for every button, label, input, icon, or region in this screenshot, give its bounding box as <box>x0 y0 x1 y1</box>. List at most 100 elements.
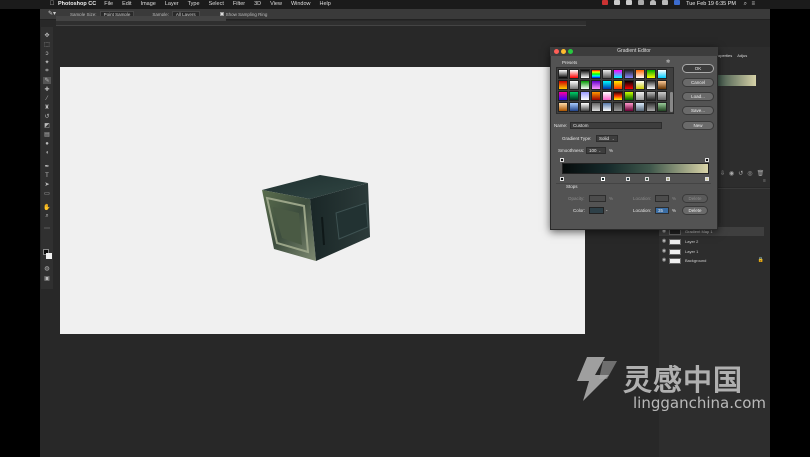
preset-swatch[interactable] <box>591 102 601 112</box>
eye-icon[interactable]: ◉ <box>659 247 669 256</box>
preset-swatch[interactable] <box>602 102 612 112</box>
color-stop[interactable] <box>666 177 670 181</box>
preset-swatch[interactable] <box>635 91 645 101</box>
preset-swatch[interactable] <box>635 102 645 112</box>
preset-swatch[interactable] <box>635 69 645 79</box>
zoom-button[interactable] <box>568 49 573 54</box>
opacity-stop-left[interactable] <box>560 158 564 162</box>
preset-swatch[interactable] <box>602 91 612 101</box>
stop-color-swatch[interactable] <box>589 207 604 214</box>
eyedropper-tool-preset-icon[interactable]: ✎▾ <box>48 9 56 20</box>
crop-tool-icon[interactable]: ⌗ <box>43 68 51 75</box>
gradient-map-preview[interactable] <box>718 75 756 86</box>
color-location-field[interactable]: 35 <box>655 207 669 214</box>
color-stop-selected[interactable] <box>601 177 605 181</box>
preset-swatch[interactable] <box>591 69 601 79</box>
battery-icon[interactable] <box>626 0 632 5</box>
menu-type[interactable]: Type <box>188 0 200 9</box>
preset-swatch[interactable] <box>646 69 656 79</box>
color-stop[interactable] <box>560 177 564 181</box>
preset-swatch[interactable] <box>591 91 601 101</box>
type-tool-icon[interactable]: T <box>43 172 51 179</box>
preset-swatch[interactable] <box>558 80 568 90</box>
path-selection-tool-icon[interactable]: ➤ <box>43 181 51 188</box>
dropbox-icon[interactable] <box>614 0 620 5</box>
menu-file[interactable]: File <box>104 0 113 9</box>
smoothness-field[interactable]: 100 ⌄ <box>586 147 606 154</box>
reset-icon[interactable]: ↺ <box>738 171 747 177</box>
zoom-tool-icon[interactable]: ⌕ <box>43 213 51 220</box>
document-canvas[interactable] <box>60 67 585 334</box>
blur-tool-icon[interactable]: ● <box>43 140 51 147</box>
creative-cloud-icon[interactable] <box>602 0 608 5</box>
quick-mask-icon[interactable]: ◍ <box>43 265 51 272</box>
preset-swatch[interactable] <box>657 80 667 90</box>
preset-swatch[interactable] <box>591 80 601 90</box>
presets-scrollbar[interactable] <box>670 92 673 112</box>
ok-button[interactable]: OK <box>682 64 714 73</box>
gradient-type-select[interactable]: Solid ⌄ <box>596 135 618 142</box>
eye-icon[interactable]: ◉ <box>659 237 669 246</box>
preset-swatch[interactable] <box>657 69 667 79</box>
search-icon[interactable]: ⌕ <box>744 0 747 9</box>
eraser-tool-icon[interactable]: ◩ <box>43 122 51 129</box>
history-brush-tool-icon[interactable]: ↺ <box>43 113 51 120</box>
dodge-tool-icon[interactable]: ◖ <box>43 149 51 156</box>
brush-tool-icon[interactable]: ⁄ <box>43 95 51 102</box>
preset-swatch[interactable] <box>569 80 579 90</box>
load-button[interactable]: Load... <box>682 92 714 101</box>
preset-swatch[interactable] <box>624 80 634 90</box>
preset-swatch[interactable] <box>635 80 645 90</box>
color-stop[interactable] <box>645 177 649 181</box>
cancel-button[interactable]: Cancel <box>682 78 714 87</box>
close-button[interactable] <box>554 49 559 54</box>
layer-row[interactable]: ◉ Layer 1 <box>659 247 764 256</box>
preset-swatch[interactable] <box>613 69 623 79</box>
preset-swatch[interactable] <box>569 91 579 101</box>
preset-swatch[interactable] <box>613 102 623 112</box>
preset-swatch[interactable] <box>613 91 623 101</box>
more-tools-icon[interactable]: ⋯ <box>43 225 51 232</box>
preset-swatch[interactable] <box>646 102 656 112</box>
minimize-button[interactable] <box>561 49 566 54</box>
preset-swatch[interactable] <box>624 69 634 79</box>
preset-swatch[interactable] <box>602 80 612 90</box>
gradient-tool-icon[interactable]: ▤ <box>43 131 51 138</box>
layer-row[interactable]: ◉ Layer 2 <box>659 237 764 246</box>
preset-swatch[interactable] <box>624 102 634 112</box>
menu-list-icon[interactable]: ≡ <box>751 0 755 9</box>
preset-swatch[interactable] <box>657 102 667 112</box>
view-previous-icon[interactable]: ◉ <box>729 171 738 177</box>
save-button[interactable]: Save... <box>682 106 714 115</box>
preset-swatch[interactable] <box>624 91 634 101</box>
preset-swatch[interactable] <box>558 102 568 112</box>
magic-wand-tool-icon[interactable]: ✦ <box>43 59 51 66</box>
menu-view[interactable]: View <box>270 0 282 9</box>
menu-window[interactable]: Window <box>291 0 311 9</box>
preset-swatch[interactable] <box>558 69 568 79</box>
color-stop[interactable] <box>705 177 709 181</box>
new-button[interactable]: New <box>682 121 714 130</box>
menu-clock[interactable]: Tue Feb 19 6:35 PM <box>686 0 736 9</box>
chevron-down-icon[interactable]: ⌄ <box>605 207 608 212</box>
preset-swatch[interactable] <box>580 69 590 79</box>
preset-swatch[interactable] <box>646 91 656 101</box>
preset-swatch[interactable] <box>580 80 590 90</box>
menu-help[interactable]: Help <box>320 0 331 9</box>
layer-row[interactable]: ◉ Background 🔒 <box>659 256 764 265</box>
marquee-tool-icon[interactable]: ⬚ <box>43 41 51 48</box>
preset-swatch[interactable] <box>580 102 590 112</box>
gradient-bar[interactable] <box>562 163 709 174</box>
healing-brush-tool-icon[interactable]: ✚ <box>43 86 51 93</box>
preset-swatch[interactable] <box>613 80 623 90</box>
flag-icon[interactable] <box>674 0 680 5</box>
opacity-stop-right[interactable] <box>705 158 709 162</box>
preset-swatch[interactable] <box>569 69 579 79</box>
tab-adjustments[interactable]: Adjus <box>737 53 747 58</box>
preset-swatch[interactable] <box>558 91 568 101</box>
pen-tool-icon[interactable]: ✒ <box>43 163 51 170</box>
move-tool-icon[interactable]: ✥ <box>43 32 51 39</box>
color-delete-button[interactable]: Delete <box>682 206 708 215</box>
color-stop[interactable] <box>626 177 630 181</box>
background-color-swatch[interactable] <box>46 253 52 259</box>
